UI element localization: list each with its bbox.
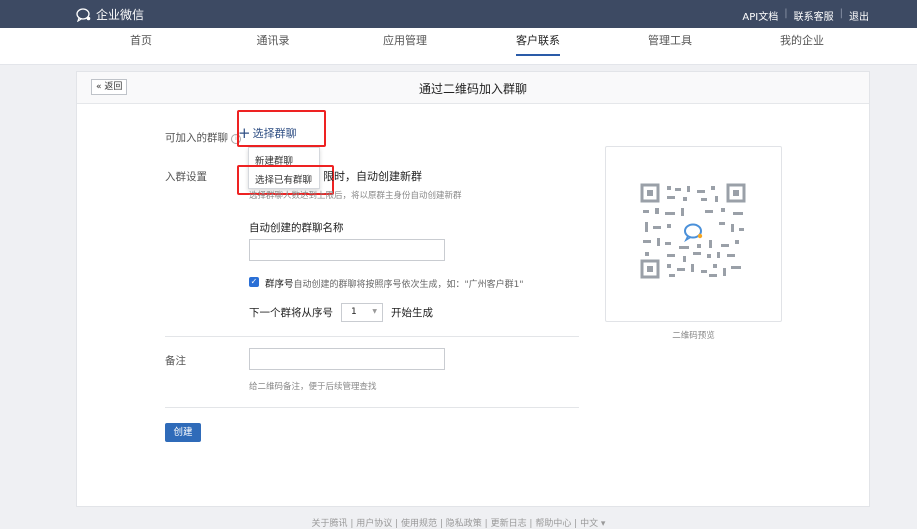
checkbox-text: 自动创建的群聊将按照序号依次生成，如："广州客户群1": [293, 280, 524, 290]
page-title: 通过二维码加入群聊: [418, 82, 527, 96]
auto-name-label: 自动创建的群聊名称: [249, 222, 344, 234]
sequence-checkbox-label: 群序号自动创建的群聊将按照序号依次生成，如："广州客户群1": [265, 276, 524, 290]
footer-links[interactable]: 关于腾讯 | 用户协议 | 使用规范 | 隐私政策 | 更新日志 | 帮助中心 …: [0, 516, 917, 529]
nav-app-management[interactable]: 应用管理: [383, 28, 427, 64]
remark-hint: 给二维码备注，便于后续管理查找: [249, 382, 377, 392]
remark-label: 备注: [165, 355, 186, 367]
top-bar: 企业微信 API文档 | 联系客服 | 退出: [0, 0, 917, 28]
limit-hint: 选择群聊人数达到上限后，将以原群主身份自动创建新群: [249, 191, 462, 201]
nav-customer-contact[interactable]: 客户联系: [516, 28, 560, 64]
nav-my-enterprise[interactable]: 我的企业: [780, 28, 824, 64]
main-card: « 返回 通过二维码加入群聊 可加入的群聊 i + 选择群聊 新建群聊 选择已有群…: [76, 71, 870, 507]
nav-home[interactable]: 首页: [130, 28, 152, 64]
group-label: 可加入的群聊: [165, 132, 228, 144]
highlight-box-select-group: [237, 110, 326, 147]
app-name: 企业微信: [96, 8, 145, 22]
qr-caption: 二维码预览: [672, 331, 715, 341]
brand[interactable]: 企业微信: [76, 6, 144, 23]
qr-preview-box: [605, 146, 782, 322]
auto-name-input[interactable]: [249, 239, 445, 261]
api-docs-link[interactable]: API文档: [742, 8, 778, 23]
main-nav: 首页 通讯录 应用管理 客户联系 管理工具 我的企业: [0, 28, 917, 65]
group-label-wrap: 可加入的群聊 i: [165, 130, 241, 145]
limit-text: 限时，自动创建新群: [323, 170, 422, 183]
divider: [165, 336, 579, 337]
join-settings-label: 入群设置: [165, 171, 207, 183]
wecom-logo-icon: [76, 7, 91, 22]
chevron-down-icon: ▼: [372, 308, 377, 315]
nav-management-tools[interactable]: 管理工具: [648, 28, 692, 64]
top-links: API文档 | 联系客服 | 退出: [742, 8, 869, 23]
card-header: « 返回 通过二维码加入群聊: [77, 72, 869, 104]
remark-input[interactable]: [249, 348, 445, 370]
top-link-separator: |: [784, 8, 788, 19]
checkbox-strong-text: 群序号: [265, 279, 294, 290]
sequence-checkbox[interactable]: ✓: [249, 277, 259, 287]
sequence-select[interactable]: 1 ▼: [341, 303, 383, 322]
next-seq-suffix: 开始生成: [391, 307, 433, 319]
qr-code-icon: [640, 183, 746, 279]
next-sequence-row: 下一个群将从序号 1 ▼ 开始生成: [249, 303, 433, 322]
divider: [165, 407, 579, 408]
next-seq-prefix: 下一个群将从序号: [249, 307, 333, 319]
contact-support-link[interactable]: 联系客服: [794, 8, 834, 23]
create-button[interactable]: 创建: [165, 423, 201, 442]
nav-contacts[interactable]: 通讯录: [257, 28, 290, 64]
sequence-value: 1: [351, 307, 357, 317]
top-link-separator: |: [839, 8, 843, 19]
logout-link[interactable]: 退出: [849, 8, 869, 23]
